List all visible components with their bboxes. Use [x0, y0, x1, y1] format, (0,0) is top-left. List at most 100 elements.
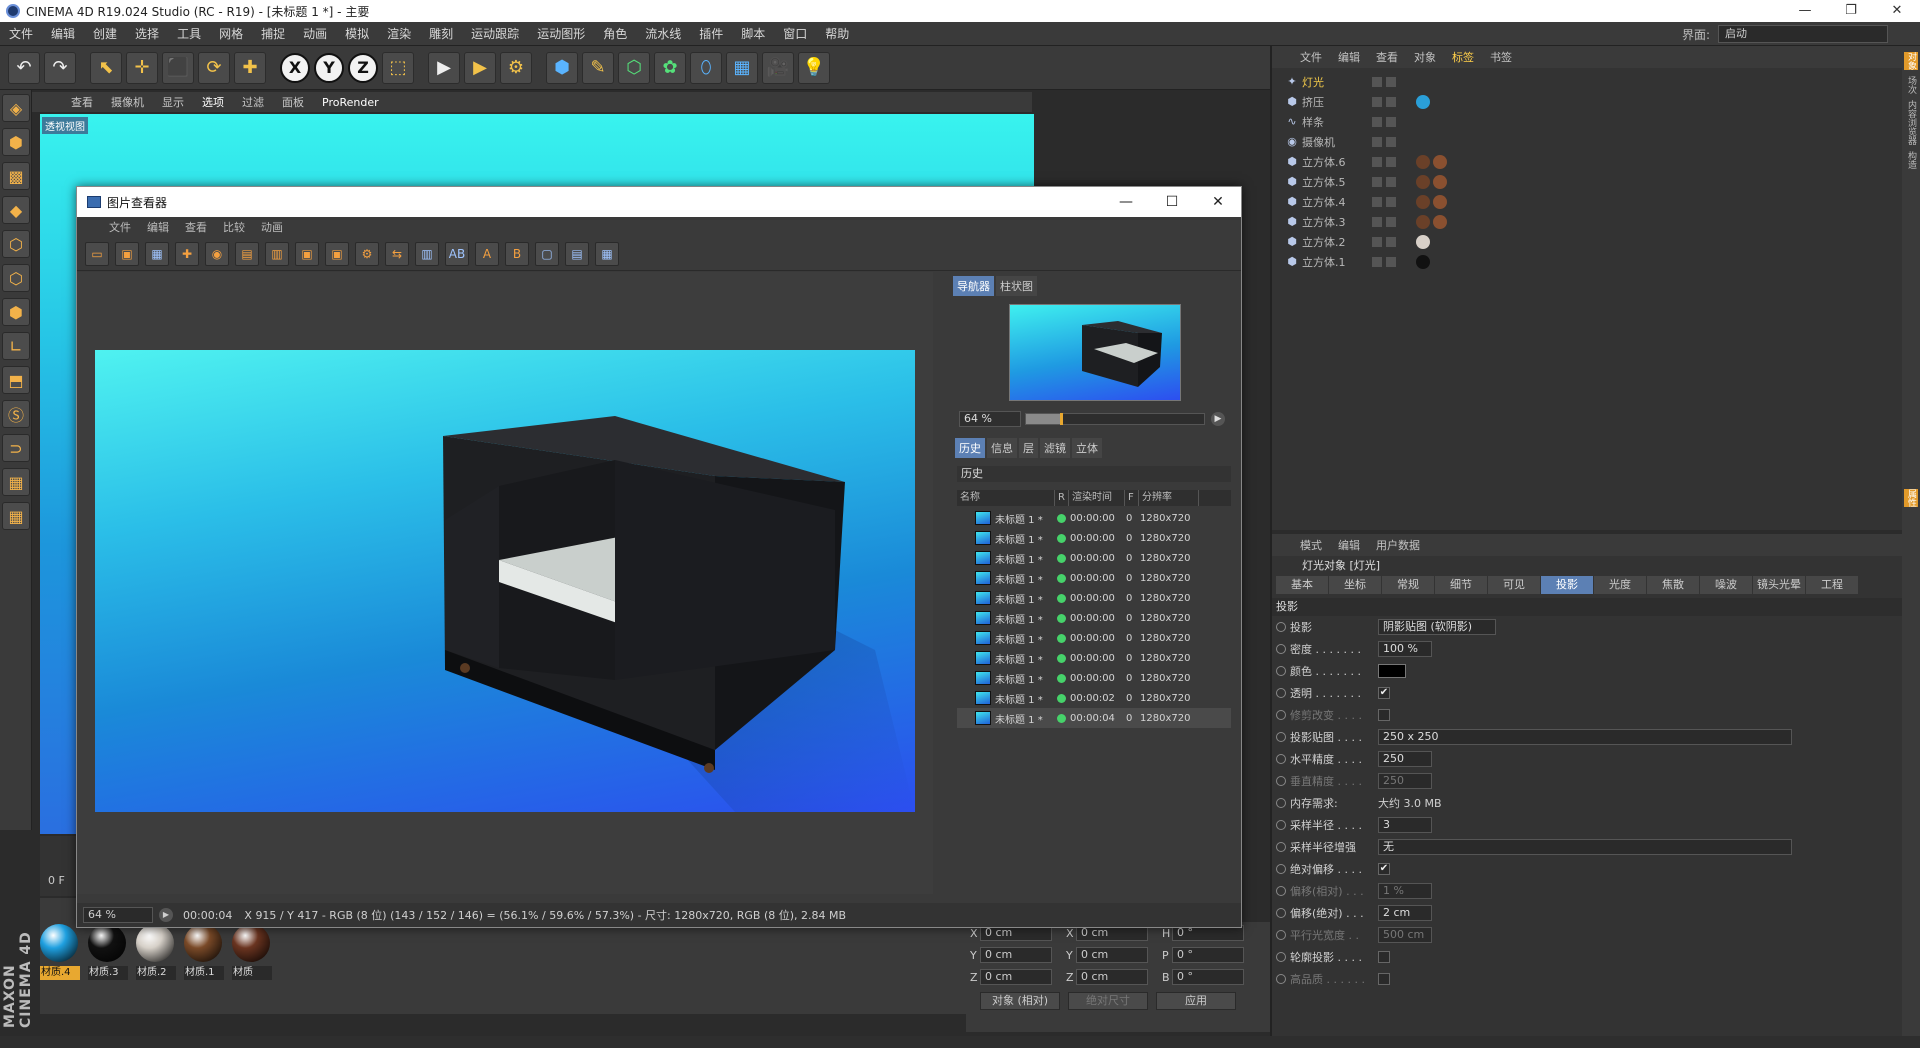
tab-navigator[interactable]: 导航器 [953, 276, 994, 296]
object-name[interactable]: 立方体.6 [1302, 154, 1374, 170]
x-axis-button[interactable]: X [280, 52, 310, 83]
attribute-tab[interactable]: 镜头光晕 [1753, 576, 1805, 594]
tab-histogram[interactable]: 柱状图 [996, 276, 1037, 296]
menu-animate[interactable]: 动画 [294, 25, 336, 42]
animate-radio-icon[interactable] [1276, 820, 1286, 830]
render-visibility-icon[interactable] [1386, 237, 1396, 247]
render-visibility-icon[interactable] [1386, 77, 1396, 87]
attribute-tab[interactable]: 焦散 [1647, 576, 1699, 594]
material-swatch[interactable]: 材质.3 [88, 924, 128, 984]
object-name[interactable]: 样条 [1302, 114, 1374, 130]
attribute-tab[interactable]: 基本 [1276, 576, 1328, 594]
om-menu-tags[interactable]: 标签 [1444, 49, 1482, 65]
zoom-slider-knob[interactable] [1060, 413, 1064, 425]
attribute-tab[interactable]: 坐标 [1329, 576, 1381, 594]
tab-filter[interactable]: 滤镜 [1040, 438, 1070, 458]
live-selection-button[interactable]: ✚ [234, 51, 266, 84]
attribute-tab[interactable]: 可见 [1488, 576, 1540, 594]
render-view-button[interactable]: ▶ [428, 51, 460, 84]
material-tag-icon[interactable] [1416, 255, 1430, 269]
pv-close-button[interactable]: ✕ [1195, 187, 1241, 217]
viewport-menu-view[interactable]: 查看 [62, 94, 102, 110]
compare-ab-icon[interactable]: ⇆ [385, 241, 409, 266]
object-row[interactable]: ⬢ 挤压 [1286, 92, 1902, 112]
compare-split-icon[interactable]: ▥ [415, 241, 439, 266]
attribute-number-field[interactable]: 500 cm [1378, 927, 1432, 943]
pv-minimize-button[interactable]: — [1103, 187, 1149, 217]
render-visibility-icon[interactable] [1386, 257, 1396, 267]
render-settings-button[interactable]: ⚙ [500, 51, 532, 84]
editor-visibility-icon[interactable] [1372, 117, 1382, 127]
render-visibility-icon[interactable] [1386, 137, 1396, 147]
attribute-dropdown[interactable]: 阴影贴图 (软阴影) [1378, 619, 1496, 635]
menu-mograph[interactable]: 运动图形 [528, 25, 594, 42]
polygon-mode-icon[interactable]: ⬢ [2, 298, 30, 326]
attribute-tab[interactable]: 细节 [1435, 576, 1487, 594]
editor-visibility-icon[interactable] [1372, 257, 1382, 267]
planar-workplane-icon[interactable]: ▦ [2, 502, 30, 530]
coordinate-system-button[interactable]: ⬚ [382, 51, 414, 84]
visibility-flags[interactable] [1372, 197, 1400, 207]
object-name[interactable]: 挤压 [1302, 94, 1374, 110]
attribute-number-field[interactable]: 3 [1378, 817, 1432, 833]
array-button[interactable]: ✿ [654, 51, 686, 84]
zoom-value-field[interactable]: 64 % [959, 411, 1021, 427]
size-z-field[interactable]: 0 cm [1076, 969, 1148, 985]
attribute-checkbox[interactable]: ✔ [1378, 863, 1390, 875]
attribute-tab[interactable]: 常规 [1382, 576, 1434, 594]
attribute-number-field[interactable]: 2 cm [1378, 905, 1432, 921]
light-button[interactable]: 💡 [798, 51, 830, 84]
visibility-flags[interactable] [1372, 257, 1400, 267]
zoom-slider[interactable] [1025, 413, 1205, 425]
visibility-flags[interactable] [1372, 237, 1400, 247]
visibility-flags[interactable] [1372, 117, 1400, 127]
history-row[interactable]: 未标题 1 * 00:00:00 0 1280x720 [957, 588, 1231, 608]
edge-mode-icon[interactable]: ⬡ [2, 264, 30, 292]
attribute-checkbox[interactable] [1378, 709, 1390, 721]
workplane-mode-icon[interactable]: ◆ [2, 196, 30, 224]
save-icon[interactable]: ▣ [115, 241, 139, 266]
rotate-tool-button[interactable]: ⟳ [198, 51, 230, 84]
render-visibility-icon[interactable] [1386, 117, 1396, 127]
attribute-tab[interactable]: 光度 [1594, 576, 1646, 594]
am-menu-user-data[interactable]: 用户数据 [1368, 537, 1428, 553]
attribute-number-field[interactable]: 250 [1378, 773, 1432, 789]
cube-primitive-button[interactable]: ⬢ [546, 51, 578, 84]
menu-select[interactable]: 选择 [126, 25, 168, 42]
fit-icon[interactable]: ▢ [535, 241, 559, 266]
undo-button[interactable]: ↶ [8, 51, 40, 84]
material-tag-icon[interactable] [1416, 235, 1430, 249]
material-tag-icon[interactable] [1416, 155, 1430, 169]
z-axis-button[interactable]: Z [348, 52, 378, 83]
menu-edit[interactable]: 编辑 [42, 25, 84, 42]
editor-visibility-icon[interactable] [1372, 197, 1382, 207]
model-mode-icon[interactable]: ⬢ [2, 128, 30, 156]
attribute-number-field[interactable]: 100 % [1378, 641, 1432, 657]
tab-takes[interactable]: 场次 [1904, 76, 1918, 94]
material-swatch[interactable]: 材质.1 [184, 924, 224, 984]
editor-visibility-icon[interactable] [1372, 177, 1382, 187]
picture-viewer-canvas[interactable] [77, 272, 933, 894]
open-icon[interactable]: ▭ [85, 241, 109, 266]
tab-layer[interactable]: 层 [1019, 438, 1038, 458]
history-row[interactable]: 未标题 1 * 00:00:00 0 1280x720 [957, 608, 1231, 628]
paste-icon[interactable]: ▥ [265, 241, 289, 266]
floor-button[interactable]: ▦ [726, 51, 758, 84]
viewport-menu-display[interactable]: 显示 [153, 94, 193, 110]
tab-history[interactable]: 历史 [955, 438, 985, 458]
attribute-tab[interactable]: 工程 [1806, 576, 1858, 594]
menu-simulate[interactable]: 模拟 [336, 25, 378, 42]
history-row[interactable]: 未标题 1 * 00:00:04 0 1280x720 [957, 708, 1231, 728]
history-row[interactable]: 未标题 1 * 00:00:00 0 1280x720 [957, 628, 1231, 648]
render-active-icon[interactable]: ⚙ [355, 241, 379, 266]
animate-radio-icon[interactable] [1276, 666, 1286, 676]
zoom-play-button[interactable]: ▶ [1211, 412, 1225, 426]
attribute-number-field[interactable]: 250 [1378, 751, 1432, 767]
editor-visibility-icon[interactable] [1372, 157, 1382, 167]
animate-radio-icon[interactable] [1276, 710, 1286, 720]
object-row[interactable]: ⬢ 立方体.4 [1286, 192, 1902, 212]
make-editable-icon[interactable]: ◈ [2, 94, 30, 122]
menu-render[interactable]: 渲染 [378, 25, 420, 42]
viewport-menu-panel[interactable]: 面板 [273, 94, 313, 110]
pv-maximize-button[interactable]: ☐ [1149, 187, 1195, 217]
